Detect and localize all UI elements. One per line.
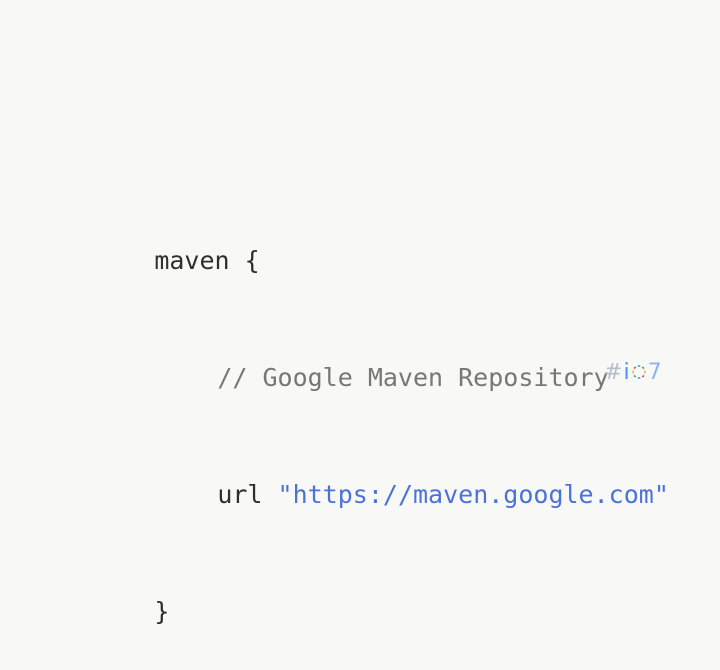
badge-letter-i: i	[623, 360, 630, 385]
code-line-2: // Google Maven Repository	[64, 319, 684, 392]
code-line-3: url "https://maven.google.com"	[64, 436, 684, 509]
code-block: maven { // Google Maven Repository url "…	[64, 124, 684, 670]
code-comment: // Google Maven Repository	[217, 363, 609, 392]
io17-badge: #i 7	[604, 361, 662, 385]
maven-block-open: maven {	[154, 246, 260, 275]
url-keyword: url	[217, 480, 263, 509]
circle-dotted-icon	[631, 362, 647, 379]
url-string: "https://maven.google.com"	[277, 480, 669, 509]
badge-number-7: 7	[647, 360, 662, 385]
code-line-4: }	[64, 553, 684, 626]
code-line-1: maven {	[64, 202, 684, 275]
slide: maven { // Google Maven Repository url "…	[0, 0, 720, 626]
badge-hash: #	[604, 360, 623, 385]
maven-block-close: }	[154, 597, 170, 626]
